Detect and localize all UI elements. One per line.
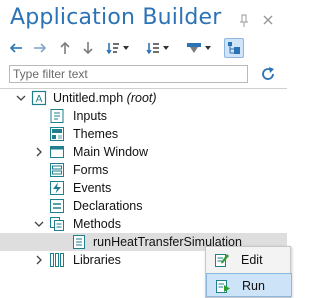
tree-root[interactable]: A Untitled.mph (root) xyxy=(0,89,287,107)
filter-input[interactable] xyxy=(9,65,248,83)
tree-item-label: Inputs xyxy=(73,109,108,123)
tree-item-main-window[interactable]: Main Window xyxy=(0,143,287,161)
tree-item-inputs[interactable]: Inputs xyxy=(0,107,287,125)
forms-icon xyxy=(50,163,64,177)
tree-item-declarations[interactable]: Declarations xyxy=(0,197,287,215)
tree-item-methods[interactable]: Methods xyxy=(0,215,287,233)
sort-icon[interactable] xyxy=(104,38,130,58)
tree-item-label: Methods xyxy=(73,217,121,231)
edit-icon xyxy=(215,254,229,267)
application-icon: A xyxy=(31,90,47,106)
context-menu: Edit Run xyxy=(205,246,292,298)
chevron-down-icon[interactable] xyxy=(34,219,44,229)
method-icon xyxy=(73,235,85,249)
tree-item-label: Events xyxy=(73,181,112,195)
tree-root-label: Untitled.mph (root) xyxy=(53,91,157,105)
toolbar xyxy=(8,38,268,58)
tree-item-label: Main Window xyxy=(73,145,149,159)
themes-icon xyxy=(50,127,64,141)
model-tree-icon[interactable] xyxy=(224,38,244,58)
pin-icon[interactable] xyxy=(237,14,251,28)
menu-item-edit[interactable]: Edit xyxy=(206,248,292,272)
libraries-icon xyxy=(50,253,64,267)
tree-item-label: Themes xyxy=(73,127,119,141)
menu-item-label: Run xyxy=(242,279,265,293)
chevron-down-icon[interactable] xyxy=(16,93,26,103)
tree-item-events[interactable]: Events xyxy=(0,179,287,197)
refresh-icon[interactable] xyxy=(259,65,277,83)
run-icon xyxy=(216,280,230,293)
arrow-up-icon[interactable] xyxy=(58,38,72,58)
tree-item-label: Forms xyxy=(73,163,109,177)
tree-item-forms[interactable]: Forms xyxy=(0,161,287,179)
collapse-icon[interactable] xyxy=(144,38,170,58)
tree-item-themes[interactable]: Themes xyxy=(0,125,287,143)
chevron-right-icon[interactable] xyxy=(34,255,44,265)
show-icon[interactable] xyxy=(184,38,212,58)
arrow-down-icon[interactable] xyxy=(81,38,95,58)
svg-text:A: A xyxy=(36,94,43,105)
inputs-icon xyxy=(50,109,64,123)
events-icon xyxy=(50,181,64,195)
menu-item-label: Edit xyxy=(241,253,263,267)
tree-item-label: Libraries xyxy=(73,253,121,267)
chevron-right-icon[interactable] xyxy=(34,147,44,157)
panel-title: Application Builder xyxy=(10,5,222,30)
menu-item-run[interactable]: Run xyxy=(206,273,292,297)
arrow-right-icon[interactable] xyxy=(32,38,48,58)
arrow-left-icon[interactable] xyxy=(8,38,24,58)
methods-icon xyxy=(50,217,64,231)
tree-item-label: Declarations xyxy=(73,199,143,213)
declarations-icon xyxy=(50,199,64,213)
close-icon[interactable] xyxy=(261,14,275,28)
main-window-icon xyxy=(50,146,64,158)
